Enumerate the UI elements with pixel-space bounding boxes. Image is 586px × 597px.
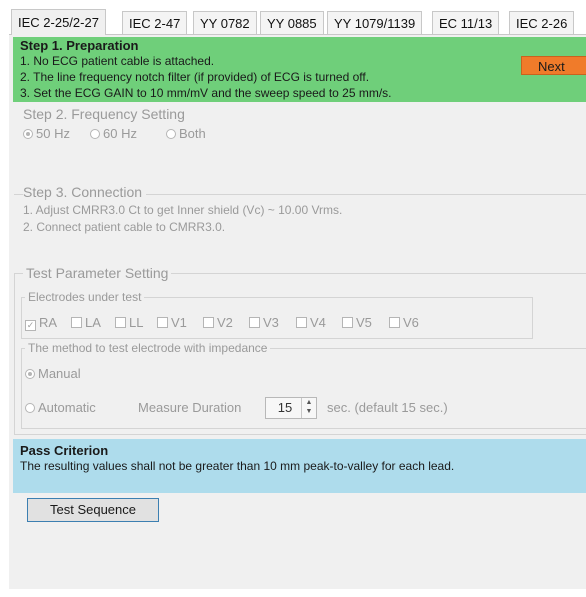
radio-50hz[interactable]: 50 Hz xyxy=(23,126,70,141)
measure-duration-label: Measure Duration xyxy=(138,400,242,415)
method-title: The method to test electrode with impeda… xyxy=(25,341,271,355)
checkbox-box xyxy=(296,317,307,328)
radio-indicator xyxy=(90,129,100,139)
checkbox-box xyxy=(249,317,260,328)
checkbox-la[interactable]: LA xyxy=(71,315,101,330)
radio-manual-label: Manual xyxy=(38,366,81,381)
radio-60hz-label: 60 Hz xyxy=(103,126,137,141)
checkbox-v1[interactable]: V1 xyxy=(157,315,187,330)
checkbox-v2-label: V2 xyxy=(217,315,233,330)
checkbox-box xyxy=(157,317,168,328)
checkbox-v6[interactable]: V6 xyxy=(389,315,419,330)
duration-value: 15 xyxy=(277,400,293,415)
checkbox-ra[interactable]: ✓ RA xyxy=(25,315,57,331)
pass-criterion-panel: Pass Criterion The resulting values shal… xyxy=(13,439,586,493)
radio-indicator xyxy=(166,129,176,139)
step3-line-1: 1. Adjust CMRR3.0 Ct to get Inner shield… xyxy=(23,203,343,217)
tab-iec-2-25-2-27[interactable]: IEC 2-25/2-27 xyxy=(11,9,106,35)
checkbox-ra-label: RA xyxy=(39,315,58,330)
checkbox-v5-label: V5 xyxy=(356,315,372,330)
test-sequence-button[interactable]: Test Sequence xyxy=(27,498,159,522)
checkbox-v4[interactable]: V4 xyxy=(296,315,326,330)
checkbox-ll[interactable]: LL xyxy=(115,315,143,330)
spin-arrows-icon[interactable]: ▲ ▼ xyxy=(301,398,316,418)
checkbox-v4-label: V4 xyxy=(310,315,326,330)
radio-both[interactable]: Both xyxy=(166,126,206,141)
step1-title: Step 1. Preparation xyxy=(20,38,139,53)
pass-criterion-text: The resulting values shall not be greate… xyxy=(20,459,455,473)
app-window: IEC 2-25/2-27 IEC 2-47 YY 0782 YY 0885 Y… xyxy=(9,9,586,589)
step3-line-2: 2. Connect patient cable to CMRR3.0. xyxy=(23,220,226,234)
radio-indicator xyxy=(25,403,35,413)
step1-panel: Step 1. Preparation 1. No ECG patient ca… xyxy=(13,37,586,102)
tab-yy-0782[interactable]: YY 0782 xyxy=(193,11,257,34)
duration-hint: sec. (default 15 sec.) xyxy=(327,400,448,415)
tab-yy-1079-1139[interactable]: YY 1079/1139 xyxy=(327,11,423,34)
pass-criterion-title: Pass Criterion xyxy=(20,443,109,458)
checkbox-v5[interactable]: V5 xyxy=(342,315,372,330)
params-title: Test Parameter Setting xyxy=(23,265,172,281)
tab-iec-2-26[interactable]: IEC 2-26 xyxy=(509,11,575,34)
tab-iec-2-47[interactable]: IEC 2-47 xyxy=(122,11,188,34)
step1-line-2: 2. The line frequency notch filter (if p… xyxy=(20,70,370,84)
next-button[interactable]: Next xyxy=(521,56,586,75)
step2-title: Step 2. Frequency Setting xyxy=(23,106,185,122)
checkbox-box xyxy=(115,317,126,328)
checkbox-box xyxy=(389,317,400,328)
checkbox-v3[interactable]: V3 xyxy=(249,315,279,330)
radio-both-label: Both xyxy=(179,126,206,141)
radio-60hz[interactable]: 60 Hz xyxy=(90,126,137,141)
duration-spinbox[interactable]: 15 ▲ ▼ xyxy=(265,397,317,419)
tab-yy-0885[interactable]: YY 0885 xyxy=(260,11,324,34)
checkbox-box xyxy=(71,317,82,328)
checkbox-v6-label: V6 xyxy=(403,315,419,330)
radio-automatic[interactable]: Automatic xyxy=(25,400,96,415)
checkbox-v1-label: V1 xyxy=(171,315,187,330)
checkbox-box xyxy=(203,317,214,328)
checkbox-ll-label: LL xyxy=(129,315,144,330)
electrodes-title: Electrodes under test xyxy=(25,290,145,304)
tab-bar: IEC 2-25/2-27 IEC 2-47 YY 0782 YY 0885 Y… xyxy=(9,9,586,35)
checkbox-v2[interactable]: V2 xyxy=(203,315,233,330)
checkbox-box xyxy=(342,317,353,328)
step1-line-1: 1. No ECG patient cable is attached. xyxy=(20,54,215,68)
radio-50hz-label: 50 Hz xyxy=(36,126,70,141)
radio-automatic-label: Automatic xyxy=(38,400,96,415)
checkbox-la-label: LA xyxy=(85,315,101,330)
tab-ec-11-13[interactable]: EC 11/13 xyxy=(432,11,500,34)
step1-line-3: 3. Set the ECG GAIN to 10 mm/mV and the … xyxy=(20,86,392,100)
checkbox-v3-label: V3 xyxy=(263,315,279,330)
radio-manual[interactable]: Manual xyxy=(25,366,81,381)
radio-indicator xyxy=(25,369,35,379)
radio-indicator xyxy=(23,129,33,139)
step3-title: Step 3. Connection xyxy=(23,184,147,200)
checkmark-icon: ✓ xyxy=(25,320,36,331)
